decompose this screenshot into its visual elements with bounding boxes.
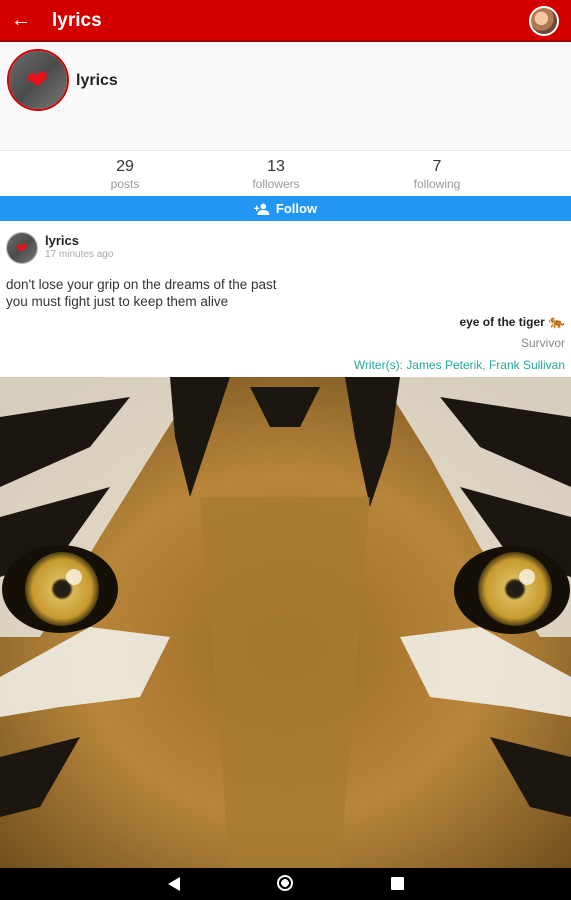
heart-icon: ❤ bbox=[14, 239, 30, 257]
post-artist[interactable]: Survivor bbox=[521, 336, 565, 350]
post-avatar-image: ❤ bbox=[7, 233, 37, 263]
profile-header: ❤ lyrics bbox=[0, 42, 571, 150]
lyrics-line: you must fight just to keep them alive bbox=[6, 294, 229, 309]
follow-button-label: Follow bbox=[275, 201, 318, 216]
stat-following-count: 7 bbox=[432, 158, 442, 175]
back-arrow-icon[interactable]: ← bbox=[10, 9, 32, 31]
system-nav-bar bbox=[0, 868, 571, 900]
stat-following[interactable]: 7 following bbox=[377, 158, 497, 191]
lyrics-line: don't lose your grip on the dreams of th… bbox=[6, 277, 277, 292]
nav-recents-icon[interactable] bbox=[391, 877, 404, 890]
post-author-avatar[interactable]: ❤ bbox=[6, 232, 38, 264]
tiger-eyes-image bbox=[0, 377, 571, 868]
post-song[interactable]: eye of the tiger 🐅 bbox=[459, 314, 565, 330]
profile-avatar-image: ❤ bbox=[9, 51, 67, 109]
stat-posts[interactable]: 29 posts bbox=[65, 158, 185, 191]
post-lyrics: don't lose your grip on the dreams of th… bbox=[6, 276, 277, 310]
app-bar: ← lyrics bbox=[0, 0, 571, 42]
post-author-name[interactable]: lyrics bbox=[45, 233, 79, 248]
stat-followers-count: 13 bbox=[267, 158, 285, 175]
stat-posts-label: posts bbox=[110, 177, 140, 191]
app-bar-title: lyrics bbox=[52, 10, 102, 31]
heart-icon: ❤ bbox=[24, 63, 52, 97]
user-avatar[interactable] bbox=[529, 6, 559, 36]
tiger-icon: 🐅 bbox=[548, 314, 565, 329]
stat-following-label: following bbox=[413, 177, 461, 191]
post-image[interactable] bbox=[0, 377, 571, 868]
stat-posts-count: 29 bbox=[116, 158, 134, 175]
post-card: ❤ lyrics 17 minutes ago don't lose your … bbox=[0, 221, 571, 377]
nav-home-icon[interactable] bbox=[277, 875, 293, 891]
stat-followers-label: followers bbox=[252, 177, 300, 191]
stat-followers[interactable]: 13 followers bbox=[216, 158, 336, 191]
person-add-icon bbox=[253, 203, 270, 215]
profile-name: lyrics bbox=[76, 72, 118, 89]
song-title: eye of the tiger bbox=[459, 315, 545, 329]
profile-avatar[interactable]: ❤ bbox=[7, 49, 69, 111]
profile-stats: 29 posts 13 followers 7 following bbox=[0, 150, 571, 197]
post-writers: Writer(s): James Peterik, Frank Sullivan bbox=[353, 358, 565, 372]
follow-button[interactable]: Follow bbox=[0, 196, 571, 221]
nav-back-icon[interactable] bbox=[168, 877, 180, 891]
post-timestamp: 17 minutes ago bbox=[45, 249, 114, 260]
